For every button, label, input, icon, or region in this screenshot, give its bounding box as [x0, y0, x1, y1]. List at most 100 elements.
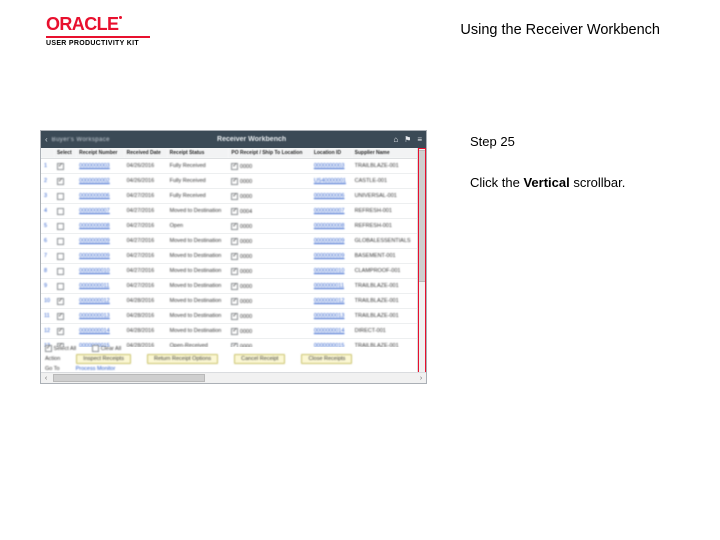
row-receipt-number[interactable]: 0000000011 [76, 279, 123, 294]
row-po[interactable]: 0004 [228, 204, 310, 219]
select-all-checkbox[interactable] [45, 345, 52, 352]
row-po[interactable]: 0000 [228, 324, 310, 339]
row-checkbox[interactable] [57, 223, 64, 230]
close-receipts-button[interactable]: Close Receipts [301, 354, 352, 364]
row-po[interactable]: 0000 [228, 159, 310, 174]
row-location[interactable]: 0000000009 [311, 249, 352, 264]
row-location[interactable]: 0000000006 [311, 189, 352, 204]
row-location[interactable]: 0000000003 [311, 159, 352, 174]
row-receipt-number[interactable]: 0000000002 [76, 174, 123, 189]
po-checkbox[interactable] [231, 223, 238, 230]
row-po[interactable]: 0000 [228, 309, 310, 324]
table-row[interactable]: 6000000000904/27/2016Moved to Destinatio… [41, 234, 418, 249]
row-select-cell[interactable] [54, 234, 76, 249]
row-po[interactable]: 0000 [228, 279, 310, 294]
menu-icon[interactable]: ≡ [417, 135, 422, 144]
po-checkbox[interactable] [231, 283, 238, 290]
po-checkbox[interactable] [231, 193, 238, 200]
row-receipt-number[interactable]: 0000000006 [76, 189, 123, 204]
row-location[interactable]: 0000000011 [311, 279, 352, 294]
row-po[interactable]: 0000 [228, 189, 310, 204]
scroll-right-icon[interactable]: › [416, 373, 426, 383]
row-receipt-number[interactable]: 0000000010 [76, 264, 123, 279]
scroll-left-icon[interactable]: ‹ [41, 373, 51, 383]
po-checkbox[interactable] [231, 163, 238, 170]
row-select-cell[interactable] [54, 219, 76, 234]
row-checkbox[interactable] [57, 193, 64, 200]
table-row[interactable]: 3000000000604/27/2016Fully Received 0000… [41, 189, 418, 204]
row-select-cell[interactable] [54, 174, 76, 189]
row-location[interactable]: 0000000010 [311, 264, 352, 279]
row-po[interactable]: 0000 [228, 174, 310, 189]
po-checkbox[interactable] [231, 238, 238, 245]
row-checkbox[interactable] [57, 283, 64, 290]
clear-all-checkbox[interactable] [92, 345, 99, 352]
flag-icon[interactable]: ⚑ [404, 135, 411, 144]
table-row[interactable]: 11000000001304/28/2016Moved to Destinati… [41, 309, 418, 324]
row-checkbox[interactable] [57, 208, 64, 215]
row-select-cell[interactable] [54, 159, 76, 174]
po-checkbox[interactable] [231, 298, 238, 305]
hscroll-track[interactable] [53, 374, 414, 382]
row-receipt-number[interactable]: 0000000014 [76, 324, 123, 339]
row-location[interactable]: 0000000007 [311, 204, 352, 219]
row-checkbox[interactable] [57, 253, 64, 260]
table-row[interactable]: 9000000001104/27/2016Moved to Destinatio… [41, 279, 418, 294]
hscroll-thumb[interactable] [53, 374, 205, 382]
row-location[interactable]: 0000000014 [311, 324, 352, 339]
vertical-scrollbar-thumb[interactable] [418, 150, 426, 282]
row-po[interactable]: 0000 [228, 294, 310, 309]
table-row[interactable]: 7000000000904/27/2016Moved to Destinatio… [41, 249, 418, 264]
row-checkbox[interactable] [57, 178, 64, 185]
table-row[interactable]: 8000000001004/27/2016Moved to Destinatio… [41, 264, 418, 279]
po-checkbox[interactable] [231, 208, 238, 215]
table-row[interactable]: 4000000000704/27/2016Moved to Destinatio… [41, 204, 418, 219]
row-receipt-number[interactable]: 0000000009 [76, 249, 123, 264]
po-checkbox[interactable] [231, 253, 238, 260]
po-checkbox[interactable] [231, 313, 238, 320]
table-row[interactable]: 5000000000804/27/2016Open 00000000000008… [41, 219, 418, 234]
row-checkbox[interactable] [57, 298, 64, 305]
return-options-button[interactable]: Return Receipt Options [147, 354, 218, 364]
cancel-receipt-button[interactable]: Cancel Receipt [234, 354, 285, 364]
inspect-receipts-button[interactable]: Inspect Receipts [76, 354, 131, 364]
po-checkbox[interactable] [231, 178, 238, 185]
row-location[interactable]: 0000000009 [311, 234, 352, 249]
row-po[interactable]: 0000 [228, 234, 310, 249]
row-receipt-number[interactable]: 0000000009 [76, 234, 123, 249]
home-icon[interactable]: ⌂ [393, 135, 398, 144]
row-checkbox[interactable] [57, 328, 64, 335]
breadcrumb[interactable]: Buyer's Workspace [52, 137, 110, 143]
row-checkbox[interactable] [57, 163, 64, 170]
row-receipt-number[interactable]: 0000000007 [76, 204, 123, 219]
row-receipt-number[interactable]: 0000000003 [76, 159, 123, 174]
row-checkbox[interactable] [57, 238, 64, 245]
row-select-cell[interactable] [54, 264, 76, 279]
row-select-cell[interactable] [54, 189, 76, 204]
row-location[interactable]: 0000000012 [311, 294, 352, 309]
row-receipt-number[interactable]: 0000000013 [76, 309, 123, 324]
row-receipt-number[interactable]: 0000000012 [76, 294, 123, 309]
row-select-cell[interactable] [54, 249, 76, 264]
horizontal-scrollbar[interactable]: ‹ › [41, 372, 426, 383]
row-select-cell[interactable] [54, 309, 76, 324]
po-checkbox[interactable] [231, 328, 238, 335]
table-row[interactable]: 1000000000304/26/2016Fully Received 0000… [41, 159, 418, 174]
vertical-scrollbar[interactable] [417, 148, 426, 373]
row-location[interactable]: 0000000013 [311, 309, 352, 324]
table-row[interactable]: 2000000000204/26/2016Fully Received 0000… [41, 174, 418, 189]
row-select-cell[interactable] [54, 294, 76, 309]
row-select-cell[interactable] [54, 324, 76, 339]
table-row[interactable]: 12000000001404/28/2016Moved to Destinati… [41, 324, 418, 339]
row-receipt-number[interactable]: 0000000008 [76, 219, 123, 234]
row-checkbox[interactable] [57, 313, 64, 320]
back-icon[interactable]: ‹ [45, 135, 48, 144]
row-select-cell[interactable] [54, 279, 76, 294]
row-po[interactable]: 0000 [228, 249, 310, 264]
row-location[interactable]: US40000001 [311, 174, 352, 189]
row-select-cell[interactable] [54, 204, 76, 219]
table-row[interactable]: 10000000001204/28/2016Moved to Destinati… [41, 294, 418, 309]
row-location[interactable]: 0000000008 [311, 219, 352, 234]
row-po[interactable]: 0000 [228, 264, 310, 279]
row-checkbox[interactable] [57, 268, 64, 275]
